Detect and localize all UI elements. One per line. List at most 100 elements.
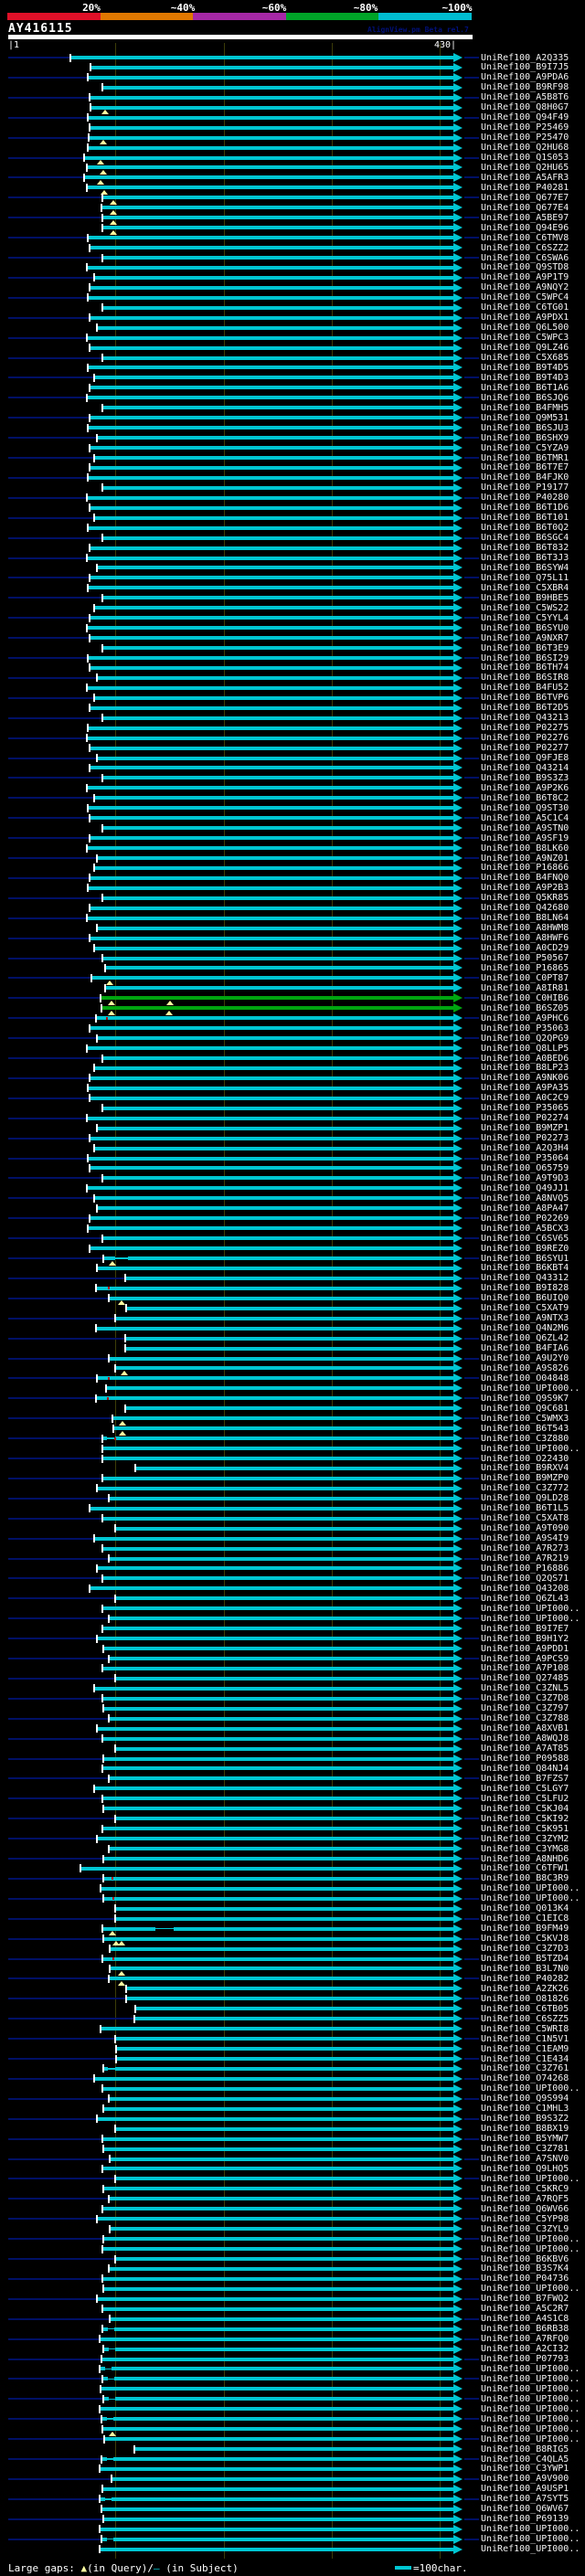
hit-bar[interactable] [103, 596, 453, 600]
hit-bar[interactable] [103, 1236, 453, 1241]
hit-bar[interactable] [102, 2457, 453, 2461]
hit-label[interactable]: UniRef100_UPI000.. [481, 2424, 585, 2434]
hit-bar[interactable] [88, 626, 453, 631]
hit-bar[interactable] [90, 125, 453, 130]
hit-label[interactable]: UniRef100_Q9STD8 [481, 262, 585, 272]
hit-bar[interactable] [101, 2337, 453, 2341]
hit-label[interactable]: UniRef100_C3ZNL5 [481, 1683, 585, 1693]
hit-label[interactable]: UniRef100_UPI000.. [481, 2544, 585, 2554]
hit-label[interactable]: UniRef100_B6SYW4 [481, 563, 585, 573]
hit-bar[interactable] [101, 2367, 453, 2371]
hit-bar[interactable] [98, 926, 453, 930]
hit-label[interactable]: UniRef100_B9T4D3 [481, 373, 585, 383]
hit-label[interactable]: UniRef100_B4FNQ0 [481, 873, 585, 883]
hit-label[interactable]: UniRef100_B6T7E7 [481, 462, 585, 472]
hit-label[interactable]: UniRef100_Q94F49 [481, 112, 585, 122]
hit-label[interactable]: UniRef100_C5WMX3 [481, 1414, 585, 1424]
hit-bar[interactable] [90, 1506, 453, 1511]
hit-label[interactable]: UniRef100_UPI000.. [481, 2434, 585, 2444]
hit-bar[interactable] [104, 1756, 453, 1761]
hit-bar[interactable] [103, 535, 453, 540]
hit-label[interactable]: UniRef100_Q43208 [481, 1584, 585, 1594]
hit-bar[interactable] [90, 446, 453, 451]
hit-label[interactable]: UniRef100_A4S1C8 [481, 2314, 585, 2324]
hit-bar[interactable] [98, 1266, 453, 1270]
hit-bar[interactable] [103, 2167, 453, 2171]
hit-bar[interactable] [88, 1046, 453, 1051]
hit-label[interactable]: UniRef100_C1MHL3 [481, 2104, 585, 2114]
hit-bar[interactable] [103, 305, 453, 310]
hit-label[interactable]: UniRef100_B9S3Z2 [481, 2114, 585, 2124]
hit-bar[interactable] [107, 1386, 453, 1391]
hit-bar[interactable] [90, 1136, 453, 1140]
hit-bar[interactable] [103, 1436, 453, 1441]
hit-label[interactable]: UniRef100_A9NTX3 [481, 1313, 585, 1323]
hit-bar[interactable] [101, 996, 453, 1001]
hit-bar[interactable] [88, 495, 453, 500]
hit-label[interactable]: UniRef100_C5WS22 [481, 603, 585, 613]
hit-bar[interactable] [135, 2017, 453, 2021]
hit-label[interactable]: UniRef100_A7RFQ0 [481, 2334, 585, 2344]
hit-label[interactable]: UniRef100_A9STN0 [481, 823, 585, 833]
hit-label[interactable]: UniRef100_A8IR81 [481, 983, 585, 993]
hit-bar[interactable] [90, 875, 453, 880]
hit-label[interactable]: UniRef100_UPI000.. [481, 2394, 585, 2404]
hit-bar[interactable] [95, 946, 453, 950]
hit-bar[interactable] [89, 806, 453, 811]
hit-label[interactable]: UniRef100_UPI000.. [481, 1893, 585, 1903]
hit-bar[interactable] [102, 2507, 453, 2511]
hit-bar[interactable] [88, 736, 453, 740]
hit-bar[interactable] [103, 2306, 453, 2311]
hit-bar[interactable] [103, 1176, 453, 1181]
hit-bar[interactable] [89, 586, 453, 590]
hit-bar[interactable] [90, 505, 453, 510]
hit-label[interactable]: UniRef100_B6T1D6 [481, 503, 585, 513]
hit-label[interactable]: UniRef100_B6T2D5 [481, 703, 585, 713]
hit-bar[interactable] [104, 1896, 453, 1901]
hit-label[interactable]: UniRef100_A8HWM8 [481, 923, 585, 933]
hit-bar[interactable] [101, 2547, 453, 2551]
hit-bar[interactable] [136, 1466, 453, 1470]
hit-bar[interactable] [116, 1906, 453, 1911]
hit-label[interactable]: UniRef100_C5WPC3 [481, 333, 585, 343]
hit-label[interactable]: UniRef100_Q75L11 [481, 573, 585, 583]
hit-bar[interactable] [103, 1627, 453, 1631]
hit-bar[interactable] [110, 1977, 453, 1981]
hit-label[interactable]: UniRef100_B9S3Z3 [481, 773, 585, 783]
hit-bar[interactable] [103, 1546, 453, 1551]
hit-bar[interactable] [90, 766, 453, 770]
hit-label[interactable]: UniRef100_A2ZK26 [481, 1984, 585, 1994]
hit-label[interactable]: UniRef100_B4FIA6 [481, 1343, 585, 1353]
hit-bar[interactable] [111, 2227, 453, 2231]
hit-bar[interactable] [116, 1676, 453, 1680]
hit-label[interactable]: UniRef100_C6TMV8 [481, 233, 585, 243]
hit-label[interactable]: UniRef100_A8NHD6 [481, 1854, 585, 1864]
hit-bar[interactable] [98, 2296, 453, 2301]
hit-bar[interactable] [90, 1166, 453, 1171]
hit-label[interactable]: UniRef100_C0HIB6 [481, 993, 585, 1003]
hit-label[interactable]: UniRef100_P16865 [481, 963, 585, 973]
hit-label[interactable]: UniRef100_B5TZD4 [481, 1954, 585, 1964]
hit-label[interactable]: UniRef100_P40281 [481, 183, 585, 193]
hit-bar[interactable] [89, 115, 453, 120]
hit-label[interactable]: UniRef100_Q9S994 [481, 2094, 585, 2104]
hit-label[interactable]: UniRef100_C5LGY7 [481, 1784, 585, 1794]
hit-bar[interactable] [98, 436, 453, 440]
hit-label[interactable]: UniRef100_B8LP23 [481, 1063, 585, 1073]
hit-label[interactable]: UniRef100_P02269 [481, 1214, 585, 1224]
hit-label[interactable]: UniRef100_UPI000.. [481, 2384, 585, 2394]
hit-bar[interactable] [110, 1496, 453, 1500]
hit-label[interactable]: UniRef100_A9U2Y0 [481, 1353, 585, 1363]
hit-label[interactable]: UniRef100_UPI000.. [481, 2284, 585, 2294]
hit-bar[interactable] [98, 856, 453, 860]
hit-bar[interactable] [126, 1346, 453, 1351]
hit-label[interactable]: UniRef100_Q1S053 [481, 153, 585, 163]
hit-label[interactable]: UniRef100_A9P2B3 [481, 883, 585, 893]
hit-bar[interactable] [90, 95, 453, 100]
hit-label[interactable]: UniRef100_A9P2K6 [481, 783, 585, 793]
hit-label[interactable]: UniRef100_A7SYT5 [481, 2494, 585, 2504]
hit-label[interactable]: UniRef100_B4FU52 [481, 683, 585, 693]
hit-label[interactable]: UniRef100_A9T9D3 [481, 1173, 585, 1183]
hit-bar[interactable] [102, 2357, 453, 2361]
hit-bar[interactable] [103, 1447, 453, 1451]
